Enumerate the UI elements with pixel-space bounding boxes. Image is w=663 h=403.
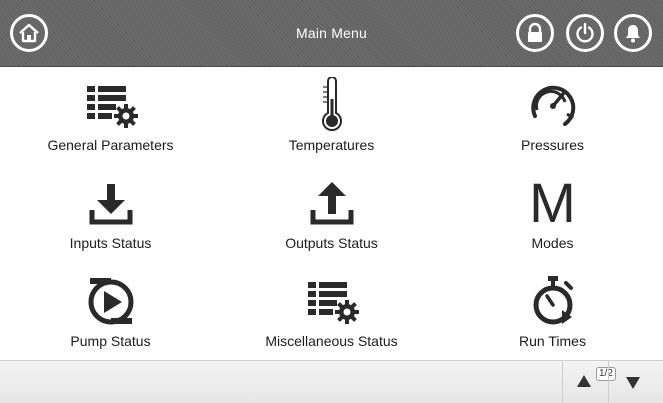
thermometer-icon <box>321 77 342 132</box>
menu-item-label: Inputs Status <box>69 235 152 251</box>
menu-item-label: Modes <box>531 235 574 251</box>
modes-m-icon: M <box>529 171 576 234</box>
settings-list-icon <box>307 282 359 324</box>
page-title: Main Menu <box>295 25 368 41</box>
page-down-arrow-icon[interactable] <box>626 377 640 389</box>
menu-item-label: General Parameters <box>47 137 174 153</box>
menu-item-outputs-status[interactable]: Outputs Status <box>221 165 442 262</box>
settings-list-icon <box>86 86 138 128</box>
gauge-icon <box>530 85 575 126</box>
alarm-bell-button[interactable] <box>614 14 652 52</box>
page-indicator: 1/2 <box>596 367 616 381</box>
menu-item-label: Miscellaneous Status <box>265 333 398 349</box>
menu-item-label: Temperatures <box>288 137 375 153</box>
menu-item-label: Outputs Status <box>285 235 378 251</box>
download-icon <box>89 184 132 225</box>
power-icon <box>576 22 594 43</box>
menu-item-temperatures[interactable]: Temperatures <box>221 67 442 164</box>
pump-icon <box>88 278 133 325</box>
lock-icon <box>528 22 542 42</box>
menu-item-general-parameters[interactable]: General Parameters <box>0 67 221 164</box>
menu-item-label: Pump Status <box>70 333 151 349</box>
stopwatch-icon <box>533 276 573 325</box>
header-bar: Main Menu <box>0 0 663 67</box>
lock-button[interactable] <box>516 14 554 52</box>
menu-item-inputs-status[interactable]: Inputs Status <box>0 165 221 262</box>
upload-icon <box>310 182 353 225</box>
menu-item-label: Pressures <box>520 137 585 153</box>
footer-bar: 1/2 <box>0 360 663 403</box>
menu-item-miscellaneous-status[interactable]: Miscellaneous Status <box>221 263 442 360</box>
menu-item-pump-status[interactable]: Pump Status <box>0 263 221 360</box>
page-up-arrow-icon[interactable] <box>577 375 591 387</box>
main-menu-grid: General Parameters Temperatures Pressure… <box>0 67 663 360</box>
footer-divider <box>608 361 609 403</box>
menu-item-label: Run Times <box>519 333 586 349</box>
footer-divider <box>562 361 563 403</box>
power-button[interactable] <box>566 14 604 52</box>
menu-item-pressures[interactable]: Pressures <box>442 67 663 164</box>
menu-item-run-times[interactable]: Run Times <box>442 263 663 360</box>
menu-item-modes[interactable]: M Modes <box>442 165 663 262</box>
bell-icon <box>626 25 640 43</box>
